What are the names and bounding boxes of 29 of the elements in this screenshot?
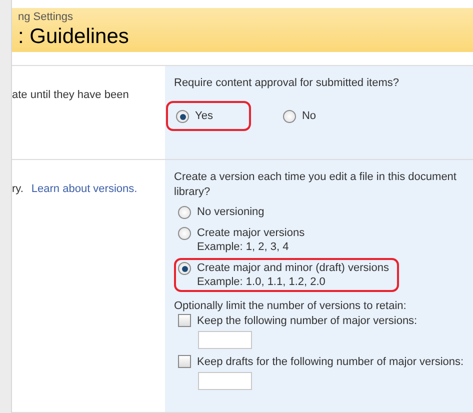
radio-button[interactable]: [178, 206, 191, 219]
radio-button[interactable]: [178, 227, 191, 240]
number-field[interactable]: [198, 331, 252, 349]
option-label: Create major and minor (draft) versions: [197, 261, 389, 275]
question-text: Create a version each time you edit a file in this document library?: [174, 170, 458, 200]
breadcrumb: ng Settings: [18, 10, 74, 23]
option-label: Yes: [195, 109, 213, 123]
checkbox-label: Keep drafts for the following number of major versions:: [197, 356, 464, 368]
checkbox-label: Keep the following number of major versions:: [197, 314, 418, 326]
example-text: Example: 1.0, 1.1, 1.2, 2.0: [197, 275, 326, 289]
radio-button[interactable]: [282, 110, 296, 123]
radio-option[interactable]: No versioning: [174, 202, 274, 222]
page-title: : Guidelines: [18, 24, 129, 49]
question-text: Require content approval for submitted items?: [174, 76, 400, 91]
section-description: ry.: [12, 183, 24, 195]
radio-button[interactable]: [176, 110, 189, 123]
limit-label: Optionally limit the number of versions to retain:: [174, 300, 406, 312]
radio-option[interactable]: Create major versions Example: 1, 2, 3, 4: [174, 223, 315, 257]
checkbox[interactable]: [178, 355, 191, 368]
radio-button[interactable]: [178, 262, 191, 275]
checkbox[interactable]: [178, 314, 191, 327]
example-text: Example: 1, 2, 3, 4: [197, 240, 289, 254]
option-label: No versioning: [197, 205, 264, 219]
learn-link[interactable]: Learn about versions.: [31, 183, 138, 195]
radio-option[interactable]: No: [272, 101, 354, 131]
option-label: No: [302, 109, 316, 123]
number-field[interactable]: [198, 372, 252, 390]
option-label: Create major versions: [197, 226, 305, 240]
section-description: ate until they have been: [12, 89, 129, 101]
